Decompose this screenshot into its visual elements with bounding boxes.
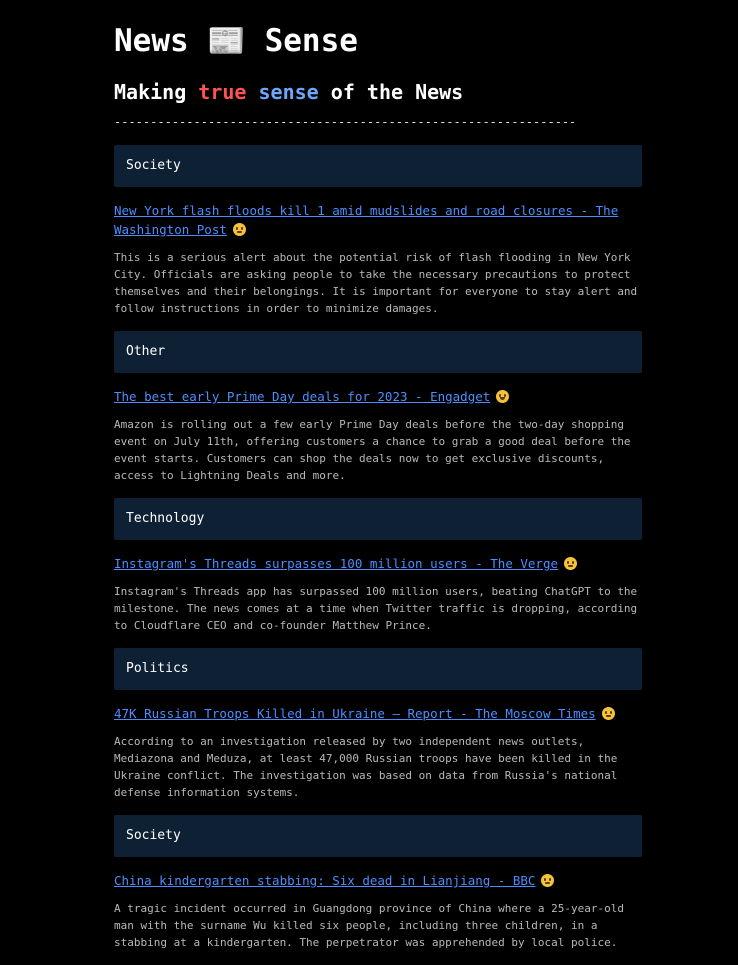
article-summary: Instagram's Threads app has surpassed 10…: [114, 585, 638, 632]
article-headline-link[interactable]: Instagram's Threads surpasses 100 millio…: [114, 556, 558, 571]
article-summary: A tragic incident occurred in Guangdong …: [114, 902, 624, 949]
article-summary: According to an investigation released b…: [114, 735, 618, 799]
sad-face-icon: [601, 707, 615, 720]
headline-row: New York flash floods kill 1 amid mudsli…: [114, 201, 642, 239]
article-card: Politics 47K Russian Troops Killed in Uk…: [114, 648, 642, 801]
article-headline-link[interactable]: The best early Prime Day deals for 2023 …: [114, 389, 490, 404]
article-summary: This is a serious alert about the potent…: [114, 251, 638, 315]
category-label: Technology: [114, 498, 642, 540]
article-card: Technology Instagram's Threads surpasses…: [114, 498, 642, 634]
grinning-face-icon: [496, 390, 510, 403]
headline-row: Instagram's Threads surpasses 100 millio…: [114, 554, 642, 573]
tagline-suffix: of the News: [318, 80, 464, 104]
sad-face-icon: [541, 874, 555, 887]
tagline-true-word: true: [198, 80, 247, 104]
article-headline-link[interactable]: 47K Russian Troops Killed in Ukraine – R…: [114, 706, 596, 721]
article-card: Society New York flash floods kill 1 ami…: [114, 145, 642, 317]
article-summary: Amazon is rolling out a few early Prime …: [114, 418, 631, 482]
article-card: Society China kindergarten stabbing: Six…: [114, 815, 642, 951]
article-headline-link[interactable]: New York flash floods kill 1 amid mudsli…: [114, 203, 618, 237]
category-label: Society: [114, 815, 642, 857]
neutral-face-icon: [564, 557, 578, 570]
headline-row: 47K Russian Troops Killed in Ukraine – R…: [114, 704, 642, 723]
article-card: Other The best early Prime Day deals for…: [114, 331, 642, 484]
category-label: Politics: [114, 648, 642, 690]
tagline-sense-word: sense: [258, 80, 319, 104]
divider: ----------------------------------------…: [114, 115, 574, 129]
headline-row: The best early Prime Day deals for 2023 …: [114, 387, 642, 406]
article-headline-link[interactable]: China kindergarten stabbing: Six dead in…: [114, 873, 535, 888]
tagline: Making true sense of the News: [114, 78, 463, 106]
tagline-space: [246, 80, 258, 104]
category-label: Society: [114, 145, 642, 187]
headline-row: China kindergarten stabbing: Six dead in…: [114, 871, 642, 890]
site-title: News 📰 Sense: [114, 23, 358, 59]
tagline-prefix: Making: [114, 80, 199, 104]
news-feed: Society New York flash floods kill 1 ami…: [114, 145, 642, 965]
category-label: Other: [114, 331, 642, 373]
worried-face-icon: [232, 223, 246, 236]
